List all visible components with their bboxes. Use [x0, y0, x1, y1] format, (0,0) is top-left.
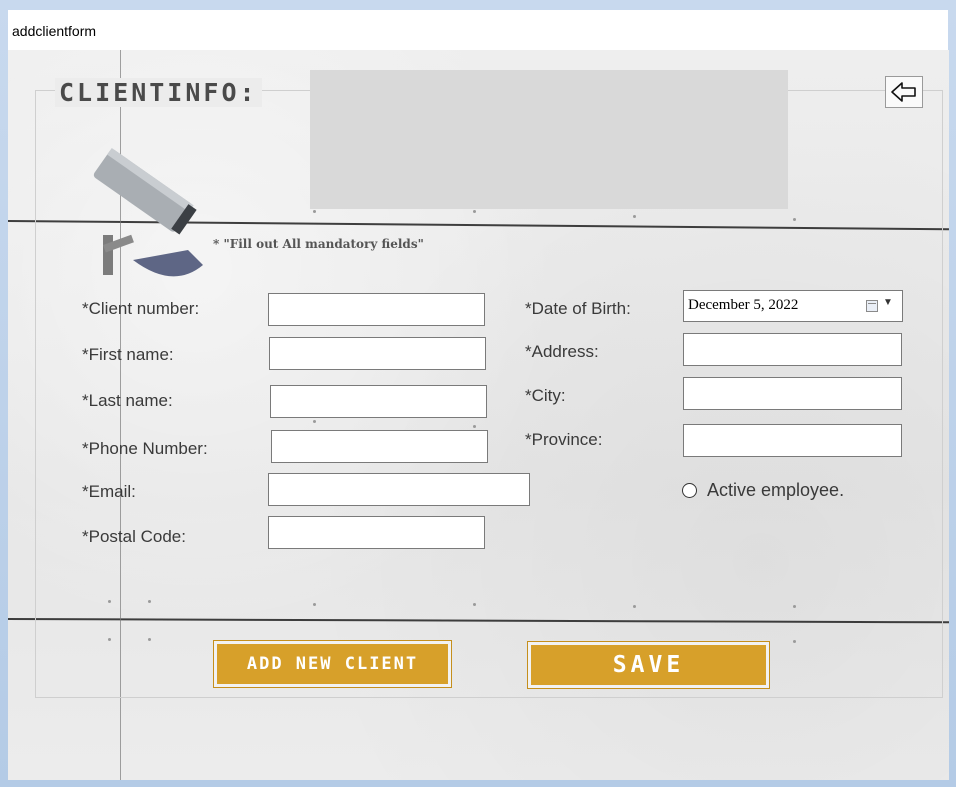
email-input[interactable] — [268, 473, 530, 506]
back-arrow-icon — [891, 82, 916, 102]
form-client-area: CLIENTINFO: * "Fill out All mandatory fi… — [8, 50, 949, 780]
postal-code-label: *Postal Code: — [82, 527, 186, 546]
province-label: *Province: — [525, 430, 603, 449]
last-name-input[interactable] — [270, 385, 487, 418]
back-button[interactable] — [885, 76, 923, 108]
window-frame: addclientform CLIENTINFO: * "Fill out Al… — [0, 0, 956, 787]
active-employee-radio[interactable] — [682, 483, 697, 498]
date-of-birth-value: December 5, 2022 — [688, 297, 799, 313]
banner-image-placeholder — [310, 70, 788, 209]
date-of-birth-picker[interactable]: December 5, 2022 ▼ — [683, 290, 903, 322]
save-button[interactable]: SAVE — [527, 641, 770, 689]
chevron-down-icon[interactable]: ▼ — [883, 297, 893, 308]
province-input[interactable] — [683, 424, 902, 457]
address-input[interactable] — [683, 333, 902, 366]
last-name-label: *Last name: — [82, 391, 173, 410]
date-of-birth-label: *Date of Birth: — [525, 299, 631, 318]
client-number-input[interactable] — [268, 293, 485, 326]
first-name-input[interactable] — [269, 337, 486, 370]
city-input[interactable] — [683, 377, 902, 410]
first-name-label: *First name: — [82, 345, 174, 364]
phone-number-label: *Phone Number: — [82, 439, 208, 458]
client-info-heading: CLIENTINFO: — [55, 78, 262, 107]
calendar-icon[interactable] — [866, 300, 878, 312]
title-bar: addclientform — [8, 10, 948, 50]
client-number-label: *Client number: — [82, 299, 200, 318]
postal-code-input[interactable] — [268, 516, 485, 549]
city-label: *City: — [525, 386, 566, 405]
window-title: addclientform — [12, 23, 97, 39]
mandatory-hint: * "Fill out All mandatory fields" — [213, 237, 424, 251]
active-employee-label: Active employee. — [707, 480, 845, 500]
email-label: *Email: — [82, 482, 136, 501]
add-new-client-button[interactable]: ADD NEW CLIENT — [213, 640, 452, 688]
address-label: *Address: — [525, 342, 599, 361]
phone-number-input[interactable] — [271, 430, 488, 463]
security-camera-icon — [93, 148, 203, 277]
active-employee-option[interactable]: Active employee. — [682, 480, 844, 501]
